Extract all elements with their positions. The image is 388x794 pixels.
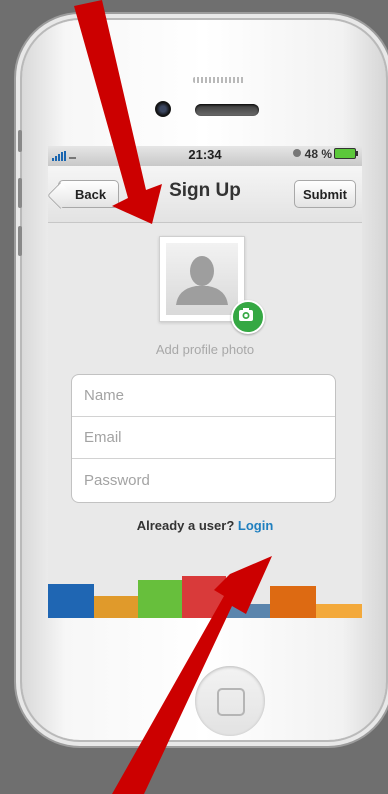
down-arrow-icon <box>74 0 162 224</box>
up-arrow-icon <box>112 556 272 794</box>
red-arrow-annotations <box>74 0 272 794</box>
